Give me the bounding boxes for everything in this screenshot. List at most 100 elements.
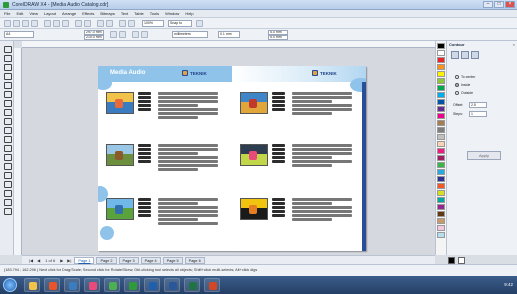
- zoom-level-select[interactable]: 100%: [142, 20, 164, 27]
- contour-colors-icon[interactable]: [461, 51, 469, 59]
- new-icon[interactable]: [4, 20, 11, 27]
- connector-tool-icon[interactable]: [3, 162, 12, 170]
- option-outside[interactable]: Outside: [455, 91, 473, 95]
- options-icon[interactable]: [196, 20, 203, 27]
- media-item[interactable]: [240, 92, 362, 138]
- page-tab-3[interactable]: Page 3: [118, 256, 139, 264]
- taskbar-coreldraw-icon[interactable]: [124, 278, 140, 292]
- interactive-fill-tool-icon[interactable]: [3, 207, 12, 215]
- palette-swatch[interactable]: [437, 225, 445, 231]
- print-icon[interactable]: [31, 20, 38, 27]
- palette-swatch[interactable]: [437, 43, 445, 49]
- menu-arrange[interactable]: Arrange: [62, 11, 76, 16]
- taskbar-media-icon[interactable]: [84, 278, 100, 292]
- landscape-icon[interactable]: [119, 31, 126, 38]
- menu-help[interactable]: Help: [185, 11, 193, 16]
- palette-swatch[interactable]: [437, 64, 445, 70]
- palette-swatch[interactable]: [437, 197, 445, 203]
- palette-swatch[interactable]: [437, 169, 445, 175]
- option-to-center[interactable]: To center: [455, 75, 475, 79]
- maximize-button[interactable]: □: [494, 1, 504, 8]
- palette-swatch[interactable]: [437, 155, 445, 161]
- units-select[interactable]: millimeters: [172, 31, 208, 38]
- palette-swatch[interactable]: [437, 50, 445, 56]
- docker-close-icon[interactable]: ×: [513, 42, 515, 47]
- palette-swatch[interactable]: [437, 134, 445, 140]
- taskbar-photoshop-icon[interactable]: [144, 278, 160, 292]
- menu-text[interactable]: Text: [121, 11, 128, 16]
- page-size-select[interactable]: A4: [4, 31, 34, 38]
- snap-to-select[interactable]: Snap to: [168, 20, 192, 27]
- palette-swatch[interactable]: [437, 99, 445, 105]
- welcome-icon[interactable]: [128, 20, 135, 27]
- outline-tool-icon[interactable]: [3, 189, 12, 197]
- save-icon[interactable]: [22, 20, 29, 27]
- palette-swatch[interactable]: [437, 78, 445, 84]
- palette-swatch[interactable]: [437, 57, 445, 63]
- open-icon[interactable]: [13, 20, 20, 27]
- document-page-right[interactable]: TEKNIK: [232, 66, 366, 251]
- page-tab-5[interactable]: Page 5: [162, 256, 183, 264]
- menu-view[interactable]: View: [29, 11, 38, 16]
- nudge-distance-field[interactable]: 0.1 mm: [218, 31, 240, 38]
- undo-icon[interactable]: [75, 20, 82, 27]
- page-height-field[interactable]: 210.0 mm: [84, 35, 104, 40]
- redo-icon[interactable]: [84, 20, 91, 27]
- media-item[interactable]: [106, 92, 228, 138]
- text-tool-icon[interactable]: [3, 135, 12, 143]
- basic-shapes-tool-icon[interactable]: [3, 126, 12, 134]
- media-item[interactable]: [106, 144, 228, 190]
- current-page-icon[interactable]: [141, 31, 148, 38]
- first-page-button[interactable]: |◀: [28, 258, 34, 263]
- palette-swatch[interactable]: [437, 218, 445, 224]
- taskbar-word-icon[interactable]: [164, 278, 180, 292]
- palette-swatch[interactable]: [437, 106, 445, 112]
- dimension-tool-icon[interactable]: [3, 153, 12, 161]
- menu-table[interactable]: Table: [134, 11, 144, 16]
- menu-edit[interactable]: Edit: [16, 11, 23, 16]
- page-tab-2[interactable]: Page 2: [96, 256, 117, 264]
- contour-accel-icon[interactable]: [471, 51, 479, 59]
- palette-swatch[interactable]: [437, 71, 445, 77]
- apply-button[interactable]: Apply: [467, 151, 501, 160]
- palette-swatch[interactable]: [437, 148, 445, 154]
- copy-icon[interactable]: [53, 20, 60, 27]
- next-page-button[interactable]: ▶: [59, 258, 64, 263]
- rectangle-tool-icon[interactable]: [3, 99, 12, 107]
- import-icon[interactable]: [97, 20, 104, 27]
- smart-fill-tool-icon[interactable]: [3, 90, 12, 98]
- option-inside[interactable]: Inside: [455, 83, 470, 87]
- outline-color-indicator[interactable]: [458, 257, 465, 264]
- menu-file[interactable]: File: [4, 11, 10, 16]
- offset-input[interactable]: 2.5: [469, 102, 487, 108]
- menu-effects[interactable]: Effects: [82, 11, 94, 16]
- eyedropper-tool-icon[interactable]: [3, 180, 12, 188]
- crop-tool-icon[interactable]: [3, 63, 12, 71]
- all-pages-icon[interactable]: [132, 31, 139, 38]
- menu-layout[interactable]: Layout: [44, 11, 56, 16]
- ellipse-tool-icon[interactable]: [3, 108, 12, 116]
- last-page-button[interactable]: ▶|: [66, 258, 72, 263]
- media-item[interactable]: [240, 144, 362, 190]
- menu-window[interactable]: Window: [165, 11, 179, 16]
- blend-tool-icon[interactable]: [3, 171, 12, 179]
- taskbar-browser-icon[interactable]: [44, 278, 60, 292]
- page-tab-6[interactable]: Page 6: [184, 256, 205, 264]
- taskbar-powerpoint-icon[interactable]: [204, 278, 220, 292]
- shape-tool-icon[interactable]: [3, 54, 12, 62]
- palette-swatch[interactable]: [437, 232, 445, 238]
- palette-swatch[interactable]: [437, 92, 445, 98]
- prev-page-button[interactable]: ◀: [36, 258, 41, 263]
- taskbar-chrome-icon[interactable]: [104, 278, 120, 292]
- page-tab-4[interactable]: Page 4: [140, 256, 161, 264]
- taskbar-explorer-icon[interactable]: [24, 278, 40, 292]
- portrait-icon[interactable]: [110, 31, 117, 38]
- fill-tool-icon[interactable]: [3, 198, 12, 206]
- media-item[interactable]: [106, 198, 228, 244]
- drawing-canvas[interactable]: Media Audio TEKNIK TEKNIK: [22, 48, 435, 255]
- paste-icon[interactable]: [62, 20, 69, 27]
- palette-swatch[interactable]: [437, 120, 445, 126]
- menu-tools[interactable]: Tools: [150, 11, 159, 16]
- palette-swatch[interactable]: [437, 141, 445, 147]
- launcher-icon[interactable]: [119, 20, 126, 27]
